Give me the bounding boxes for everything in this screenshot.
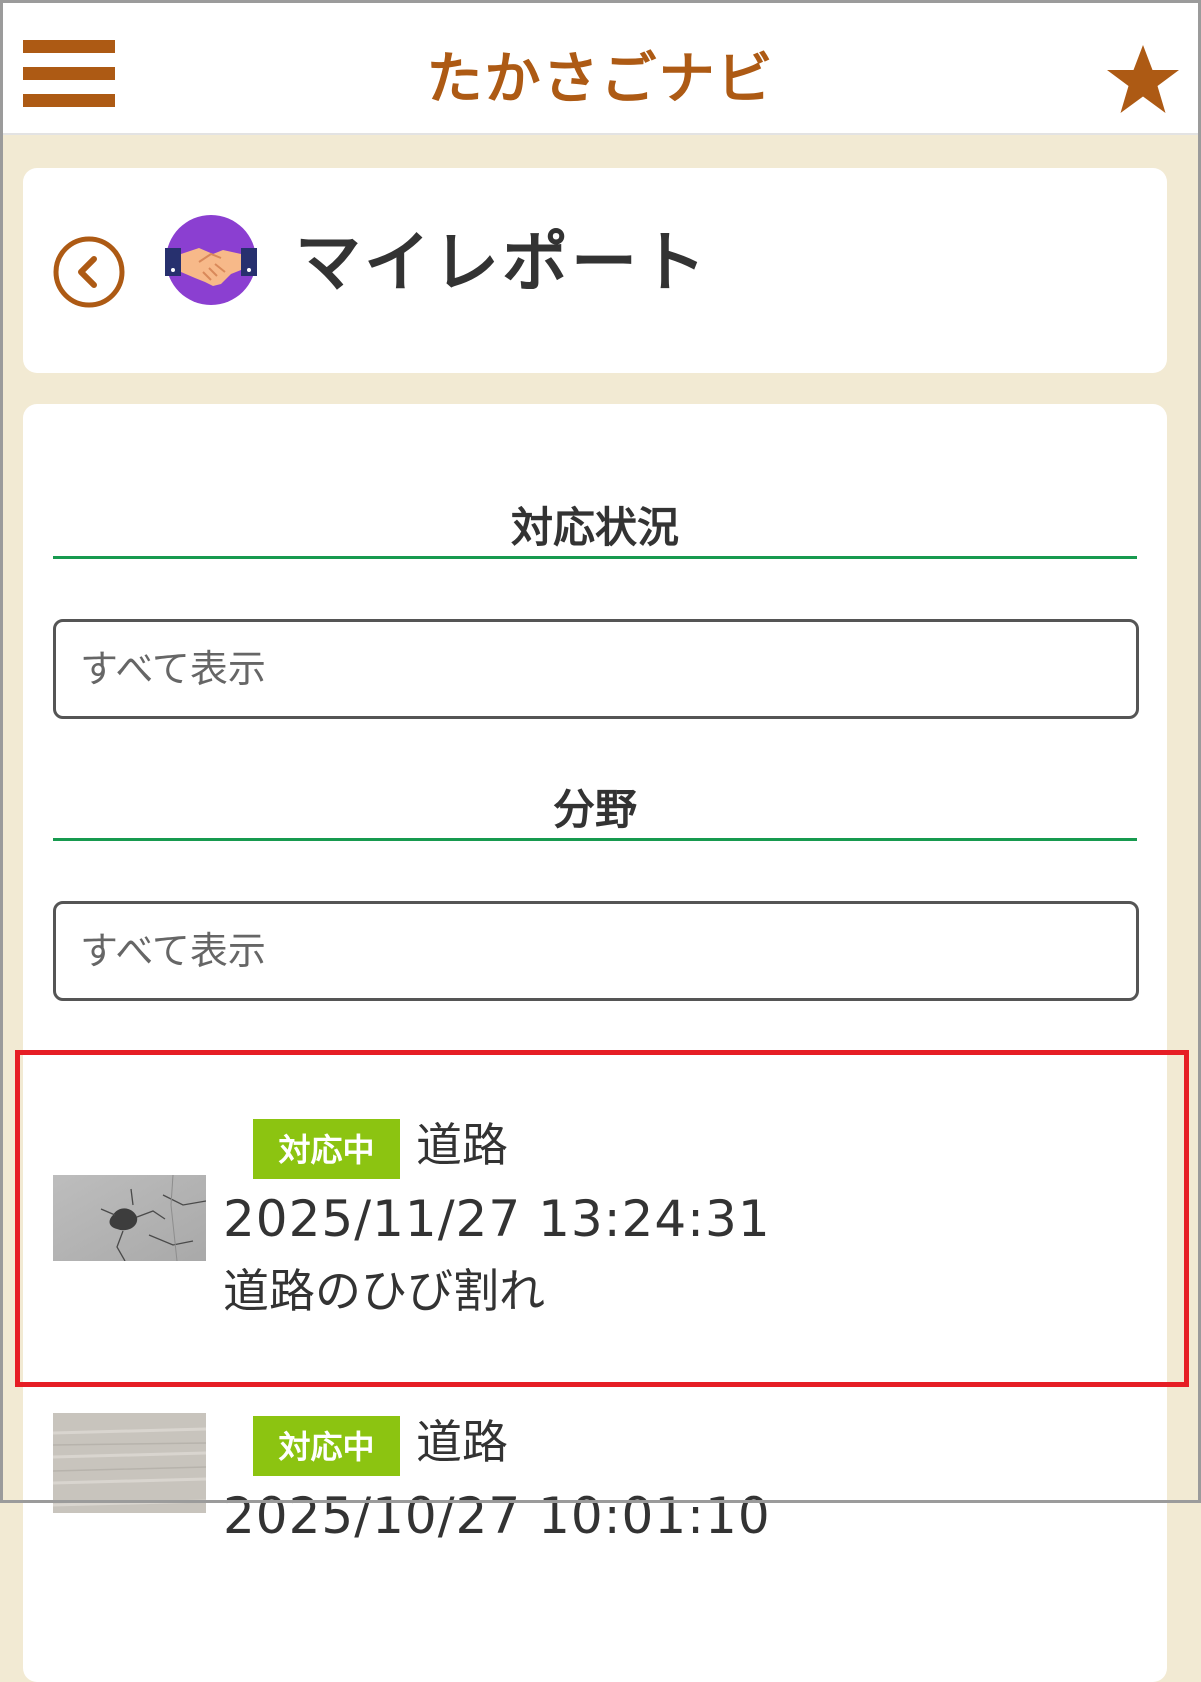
app-title: たかさごナビ — [426, 47, 775, 112]
page-title: マイレポート — [295, 224, 709, 301]
handshake-icon — [165, 215, 257, 305]
app-header: たかさごナビ — [3, 3, 1198, 135]
report-thumbnail — [53, 1175, 206, 1261]
report-list-item[interactable]: 対応中 道路 2025/11/27 13:24:31 道路のひび割れ — [23, 1077, 1167, 1359]
field-select[interactable]: すべて表示 — [53, 901, 1139, 1001]
field-select-value: すべて表示 — [80, 929, 266, 973]
back-button[interactable] — [52, 235, 126, 309]
status-filter-heading: 対応状況 — [53, 500, 1137, 559]
status-badge: 対応中 — [253, 1416, 400, 1476]
status-select[interactable]: すべて表示 — [53, 619, 1139, 719]
report-category: 道路 — [416, 1118, 508, 1172]
status-select-value: すべて表示 — [80, 647, 266, 691]
report-datetime: 2025/10/27 10:01:10 — [223, 1487, 771, 1545]
report-list-item[interactable]: 対応中 道路 2025/10/27 10:01:10 — [23, 1400, 1167, 1682]
report-category: 道路 — [416, 1415, 508, 1469]
star-icon[interactable] — [1103, 41, 1183, 121]
page-title-card: マイレポート — [23, 168, 1167, 373]
field-filter-heading: 分野 — [53, 782, 1137, 841]
status-badge: 対応中 — [253, 1119, 400, 1179]
report-datetime: 2025/11/27 13:24:31 — [223, 1190, 771, 1248]
report-description: 道路のひび割れ — [223, 1264, 545, 1318]
report-thumbnail — [53, 1413, 206, 1513]
